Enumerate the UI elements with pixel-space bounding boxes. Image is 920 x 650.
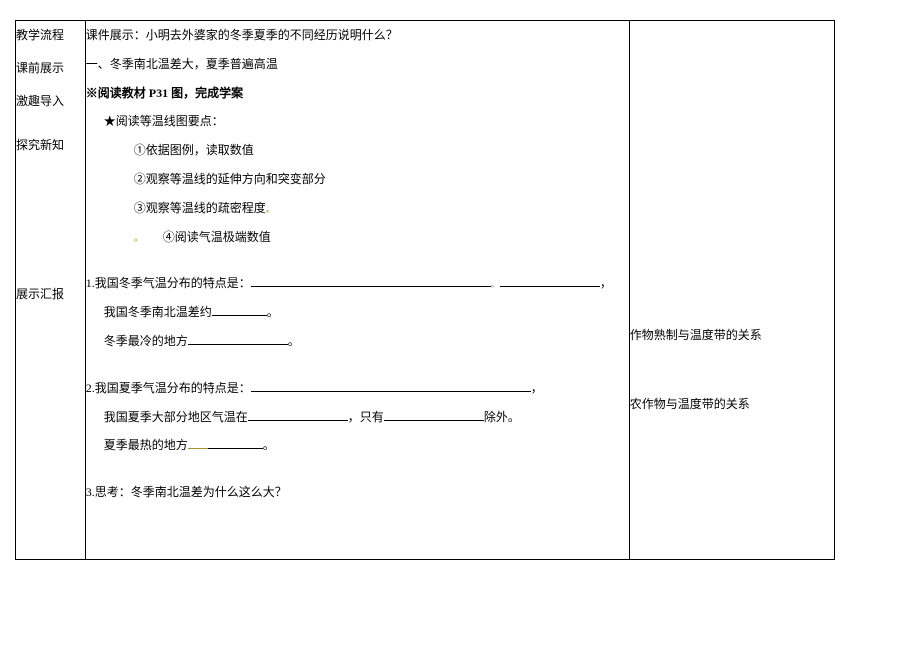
label-inquiry: 探究新知: [16, 131, 85, 160]
courseware-prompt: 课件展示：小明去外婆家的冬季夏季的不同经历说明什么？: [86, 21, 629, 50]
lesson-plan-table: 教学流程 课前展示 激趣导入 探究新知 展示汇报 课件展示：小明去外婆家的冬季夏…: [15, 20, 835, 560]
blank-field[interactable]: [500, 273, 600, 287]
question-1c: 冬季最冷的地方。: [86, 327, 629, 356]
point-4: 。 ④阅读气温极端数值: [86, 223, 629, 252]
blank-field[interactable]: [384, 407, 484, 421]
blank-field[interactable]: [248, 407, 348, 421]
decor-dot: 。: [134, 233, 139, 244]
question-1: 1.我国冬季气温分布的特点是：。，: [86, 269, 629, 298]
blank-field[interactable]: [251, 378, 531, 392]
key-points-heading: ★阅读等温线图要点：: [86, 107, 629, 136]
question-2b: 我国夏季大部分地区气温在，只有除外。: [86, 403, 629, 432]
blank-field[interactable]: [212, 302, 267, 316]
label-intro: 激趣导入: [16, 87, 85, 116]
question-3: 3.思考：冬季南北温差为什么这么大？: [86, 478, 629, 507]
decor-dot: 。: [266, 204, 275, 214]
point-1: ①依据图例，读取数值: [86, 136, 629, 165]
label-preclass: 课前展示: [16, 54, 85, 83]
question-2c: 夏季最热的地方。: [86, 431, 629, 460]
decor-dot: 。: [491, 279, 500, 289]
blank-field[interactable]: [251, 273, 491, 287]
label-report: 展示汇报: [16, 280, 85, 309]
blank-field[interactable]: [188, 435, 208, 449]
point-3: ③观察等温线的疏密程度。: [86, 194, 629, 223]
blank-field[interactable]: [188, 331, 288, 345]
middle-column: 课件展示：小明去外婆家的冬季夏季的不同经历说明什么？ 一、冬季南北温差大，夏季普…: [85, 21, 629, 560]
blank-field[interactable]: [208, 435, 263, 449]
label-process: 教学流程: [16, 21, 85, 50]
section-heading-1: 一、冬季南北温差大，夏季普遍高温: [86, 50, 629, 79]
reading-instruction: ※阅读教材 P31 图，完成学案: [86, 79, 629, 108]
note-crop-temp: 农作物与温度带的关系: [630, 390, 834, 419]
question-2: 2.我国夏季气温分布的特点是：，: [86, 374, 629, 403]
point-2: ②观察等温线的延伸方向和突变部分: [86, 165, 629, 194]
left-column: 教学流程 课前展示 激趣导入 探究新知 展示汇报: [16, 21, 86, 560]
right-column: 作物熟制与温度带的关系 农作物与温度带的关系: [629, 21, 834, 560]
question-1b: 我国冬季南北温差约。: [86, 298, 629, 327]
note-crop-maturity: 作物熟制与温度带的关系: [630, 321, 834, 350]
